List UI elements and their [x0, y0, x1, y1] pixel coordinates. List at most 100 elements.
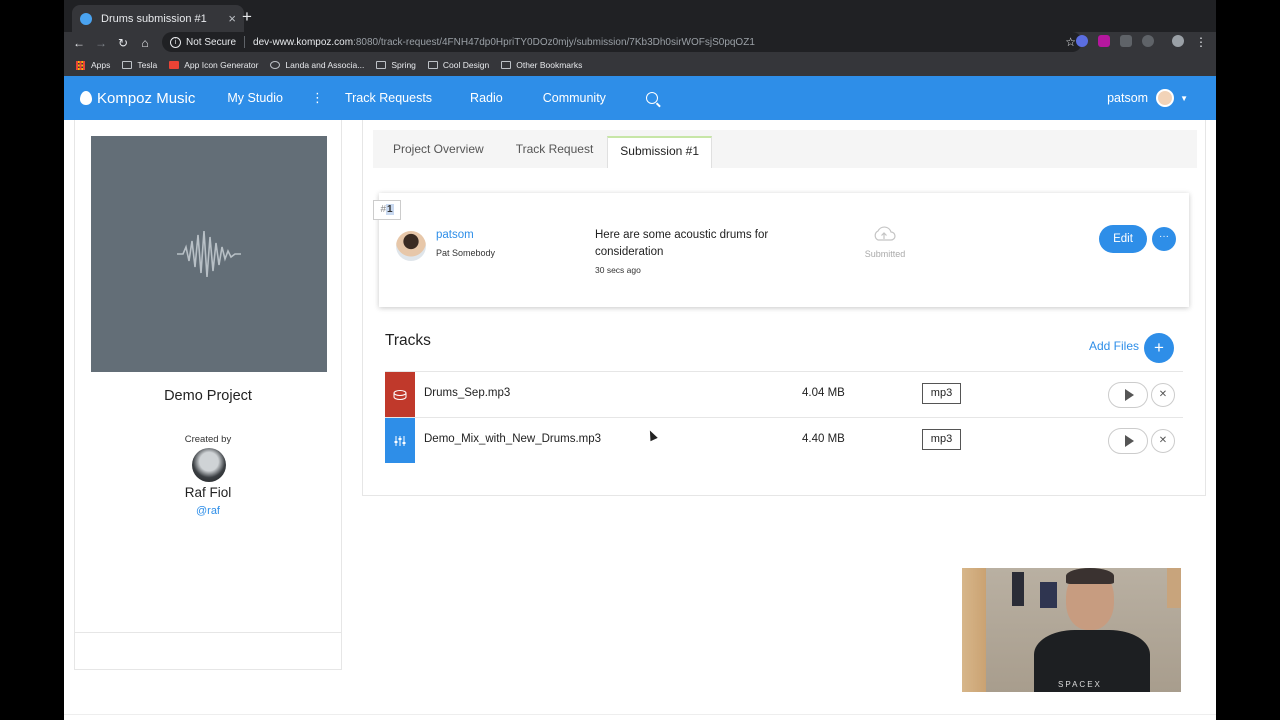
user-menu[interactable]: patsom ▼ [1107, 89, 1188, 107]
play-button[interactable] [1108, 428, 1148, 454]
creator-handle-link[interactable]: @raf [75, 505, 341, 517]
username: patsom [1107, 91, 1149, 105]
folder-icon [122, 61, 133, 69]
bookmark-apps[interactable]: Apps [76, 60, 110, 70]
track-row[interactable]: Demo_Mix_with_New_Drums.mp3 4.40 MB mp3 … [385, 417, 1183, 463]
profile-icon[interactable] [1172, 35, 1184, 47]
address-separator [244, 36, 246, 48]
folder-icon [427, 61, 438, 69]
kompoz-favicon-icon [80, 12, 92, 25]
webcam-wall-panel [1167, 568, 1181, 608]
waveform-icon [177, 230, 241, 278]
bookmark-star-icon[interactable]: ☆ [1065, 35, 1076, 49]
add-files-link[interactable]: Add Files [1089, 339, 1139, 353]
bookmark-label: Other Bookmarks [516, 60, 583, 70]
home-icon[interactable]: ⌂ [134, 36, 156, 50]
bookmark-cool-design[interactable]: Cool Design [427, 60, 489, 70]
submitter-avatar[interactable] [396, 231, 426, 261]
studio-menu-icon[interactable]: ⋮ [311, 90, 324, 106]
submission-panel: Project Overview Track Request Submissio… [362, 120, 1206, 496]
creator-name[interactable]: Raf Fiol [75, 485, 341, 500]
remove-track-button[interactable]: ✕ [1151, 429, 1175, 453]
submission-number: 1 [386, 204, 394, 215]
track-name[interactable]: Demo_Mix_with_New_Drums.mp3 [424, 433, 601, 445]
edit-button[interactable]: Edit [1099, 225, 1147, 253]
brand-logo[interactable]: Kompoz Music [80, 90, 195, 107]
submission-status: Submitted [864, 249, 906, 259]
globe-icon[interactable] [1142, 35, 1154, 47]
submission-card: #1 patsom Pat Somebody Here are some aco… [373, 193, 1189, 307]
nav-my-studio[interactable]: My Studio [227, 91, 283, 105]
bookmark-label: Spring [391, 60, 416, 70]
new-tab-button[interactable]: + [242, 7, 252, 27]
tab-track-request[interactable]: Track Request [504, 136, 606, 168]
kompoz-logo-icon [80, 91, 92, 105]
browser-window: Drums submission #1 × + ← → ↻ ⌂ i Not Se… [64, 0, 1216, 720]
track-color-strip [385, 372, 415, 417]
webcam-guitar [962, 568, 986, 692]
cloud-upload-icon [874, 226, 896, 241]
project-title: Demo Project [164, 388, 252, 404]
add-files-button[interactable]: + [1144, 333, 1174, 363]
address-bar[interactable]: i Not Secure dev-www.kompoz.com :8080/tr… [162, 32, 1082, 52]
nav-community[interactable]: Community [543, 91, 606, 105]
url-host: dev-www.kompoz.com [253, 36, 354, 48]
submission-time: 30 secs ago [595, 265, 641, 275]
drum-icon [393, 389, 407, 400]
submission-message: Here are some acoustic drums for conside… [595, 229, 769, 258]
track-format-badge: mp3 [922, 383, 961, 404]
not-secure-label: Not Secure [186, 36, 237, 48]
nav-radio[interactable]: Radio [470, 91, 503, 105]
bookmark-app-icon-generator[interactable]: App Icon Generator [169, 60, 258, 70]
other-bookmarks[interactable]: Other Bookmarks [501, 60, 582, 70]
info-icon[interactable]: i [170, 36, 181, 48]
tab-submission-1[interactable]: Submission #1 [607, 136, 713, 168]
track-size: 4.04 MB [802, 387, 845, 399]
browser-menu-icon[interactable]: ⋮ [1190, 35, 1212, 49]
bookmark-label: App Icon Generator [184, 60, 259, 70]
more-options-button[interactable]: ··· [1152, 227, 1176, 251]
created-by-label: Created by [184, 434, 232, 445]
extension-icon[interactable] [1098, 35, 1110, 47]
reload-icon[interactable]: ↻ [112, 36, 134, 50]
page-bottom-divider [64, 714, 1216, 715]
play-button[interactable] [1108, 382, 1148, 408]
folder-icon [376, 61, 387, 69]
bookmark-tesla[interactable]: Tesla [122, 60, 157, 70]
browser-toolbar: ← → ↻ ⌂ i Not Secure dev-www.kompoz.com … [64, 32, 1216, 54]
letterbox-right [1216, 0, 1280, 720]
project-card: Demo Project Created by Raf Fiol @raf [74, 120, 342, 670]
forward-arrow-icon[interactable]: → [90, 36, 112, 50]
track-row[interactable]: Drums_Sep.mp3 4.04 MB mp3 ✕ [385, 371, 1183, 417]
bookmark-spring[interactable]: Spring [376, 60, 416, 70]
app-icon-generator-icon [169, 61, 180, 69]
nav-track-requests[interactable]: Track Requests [345, 91, 432, 105]
mixer-icon [394, 435, 406, 446]
bookmark-label: Tesla [137, 60, 158, 70]
webcam-person-hair [1066, 568, 1114, 584]
search-icon[interactable] [645, 92, 658, 104]
webcam-poster [1040, 582, 1057, 608]
caret-down-icon: ▼ [1180, 93, 1188, 103]
extension-icon[interactable] [1120, 35, 1132, 47]
card-divider [75, 632, 341, 633]
remove-track-button[interactable]: ✕ [1151, 383, 1175, 407]
tab-close-icon[interactable]: × [228, 11, 236, 26]
submitter-full-name: Pat Somebody [436, 248, 496, 258]
extension-icon[interactable] [1076, 35, 1088, 47]
submitter-username[interactable]: patsom [436, 229, 474, 241]
back-arrow-icon[interactable]: ← [68, 36, 90, 50]
tab-project-overview[interactable]: Project Overview [381, 136, 496, 168]
bookmark-label: Apps [91, 60, 111, 70]
user-avatar [1156, 89, 1175, 107]
tracks-heading: Tracks [385, 332, 431, 349]
track-name[interactable]: Drums_Sep.mp3 [424, 387, 510, 399]
track-color-strip [385, 418, 415, 463]
brand-name: Kompoz Music [97, 89, 196, 107]
apps-grid-icon [76, 60, 85, 70]
track-format-badge: mp3 [922, 429, 961, 450]
creator-avatar[interactable] [192, 448, 226, 482]
bookmark-landa[interactable]: Landa and Associa... [270, 60, 364, 70]
submission-number-badge: #1 [373, 200, 401, 220]
browser-tab[interactable]: Drums submission #1 × [72, 5, 244, 32]
